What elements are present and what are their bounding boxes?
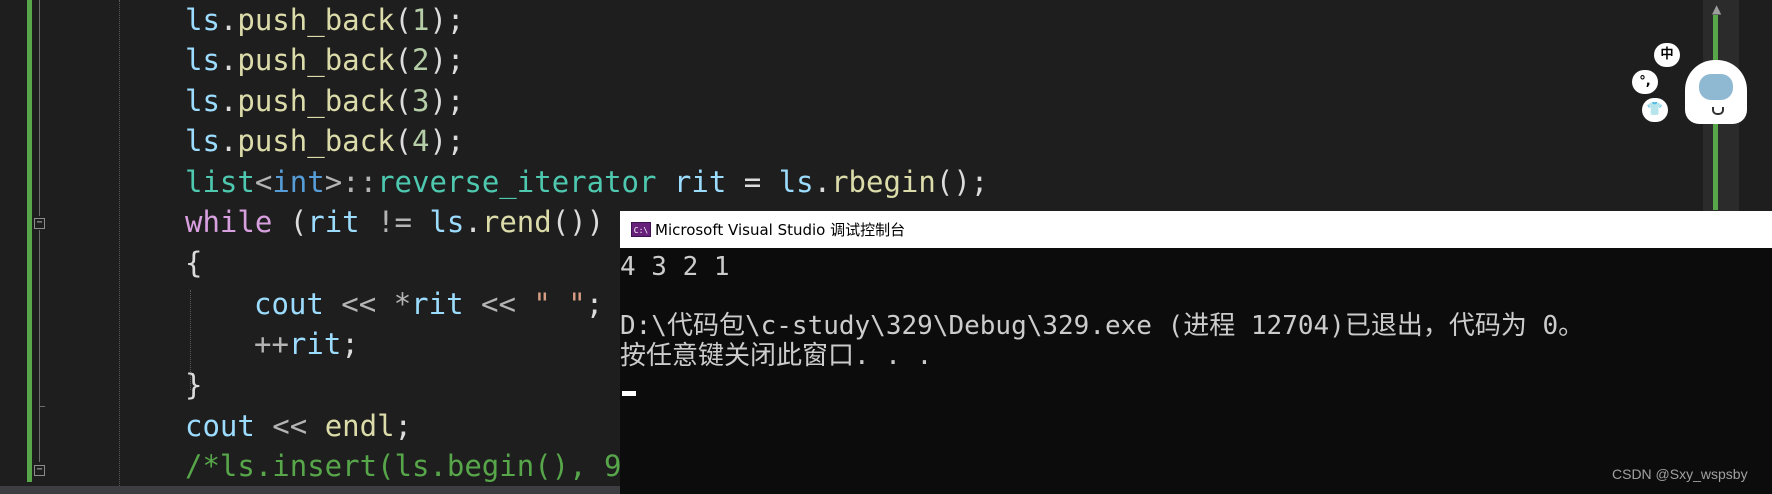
code-line[interactable]: ls.push_back(1); bbox=[185, 0, 464, 40]
ime-skin-button[interactable]: 👕 bbox=[1642, 98, 1668, 122]
code-token: /*ls.insert(ls.begin(), 99 bbox=[185, 449, 639, 483]
code-token: rit bbox=[307, 205, 360, 239]
code-token: cout bbox=[254, 287, 324, 321]
code-token: . bbox=[464, 205, 482, 239]
code-line[interactable]: cout << *rit << " "; bbox=[254, 284, 603, 324]
code-token: ( bbox=[394, 124, 412, 158]
code-token: { bbox=[185, 246, 203, 280]
code-token: . bbox=[219, 124, 238, 158]
code-line[interactable]: ls.push_back(2); bbox=[185, 40, 464, 80]
code-line[interactable]: cout << endl; bbox=[185, 406, 412, 446]
console-output-line: 4 3 2 1 bbox=[620, 252, 730, 282]
code-token: rend bbox=[481, 205, 552, 239]
code-token: ; bbox=[394, 409, 412, 443]
code-token: << bbox=[463, 287, 534, 321]
code-token: rit bbox=[288, 327, 342, 361]
code-token: ls bbox=[778, 165, 814, 199]
code-token: ); bbox=[429, 3, 465, 37]
code-token: ( bbox=[394, 84, 412, 118]
ime-toolbar: 中 °, 👕 bbox=[1630, 40, 1762, 130]
console-title: Microsoft Visual Studio 调试控制台 bbox=[655, 221, 906, 239]
code-token: ls bbox=[429, 205, 465, 239]
code-token: ls bbox=[185, 3, 220, 37]
code-token: ls bbox=[185, 124, 220, 158]
ime-language-button[interactable]: 中 bbox=[1654, 43, 1680, 67]
code-line[interactable]: ls.push_back(3); bbox=[185, 81, 464, 121]
code-token: = bbox=[726, 165, 779, 199]
code-token: ); bbox=[429, 43, 465, 77]
code-token: ()) bbox=[551, 205, 605, 239]
code-token: endl bbox=[324, 409, 395, 443]
code-line[interactable]: /*ls.insert(ls.begin(), 99 bbox=[185, 446, 639, 486]
code-line[interactable]: list<int>::reverse_iterator rit = ls.rbe… bbox=[185, 162, 988, 202]
code-token: . bbox=[813, 165, 832, 199]
code-token: " " bbox=[533, 287, 586, 321]
code-token: << bbox=[254, 409, 325, 443]
code-line[interactable]: { bbox=[185, 243, 202, 283]
code-line[interactable]: } bbox=[185, 365, 202, 405]
horizontal-scrollbar[interactable] bbox=[0, 486, 620, 494]
code-token: int bbox=[272, 165, 325, 199]
code-token: < bbox=[254, 165, 273, 199]
mascot-mouth bbox=[1712, 107, 1724, 115]
ime-punctuation-button[interactable]: °, bbox=[1632, 70, 1658, 94]
code-token: push_back bbox=[237, 124, 395, 158]
code-token: rit bbox=[673, 165, 727, 199]
ime-mascot-icon[interactable] bbox=[1685, 60, 1747, 124]
code-token: push_back bbox=[237, 43, 395, 77]
watermark: CSDN @Sxy_wspsby bbox=[1612, 466, 1748, 482]
code-token: rit bbox=[411, 287, 464, 321]
code-token: while bbox=[185, 205, 273, 239]
code-token: ; bbox=[585, 287, 604, 321]
code-token: ); bbox=[429, 84, 465, 118]
code-token: ( bbox=[394, 43, 412, 77]
console-output-line: D:\代码包\c-study\329\Debug\329.exe (进程 127… bbox=[620, 311, 1585, 341]
code-token: << bbox=[323, 287, 394, 321]
code-token: ++ bbox=[254, 327, 289, 361]
code-line[interactable]: while (rit != ls.rend()) bbox=[185, 202, 604, 242]
code-token: . bbox=[219, 43, 238, 77]
code-token: ls bbox=[185, 43, 220, 77]
code-token: 1 bbox=[412, 3, 430, 37]
console-app-icon: C:\ bbox=[631, 222, 651, 237]
debug-console-window[interactable]: C:\ Microsoft Visual Studio 调试控制台 4 3 2 … bbox=[620, 211, 1772, 494]
mascot-face bbox=[1699, 74, 1733, 100]
code-token: ; bbox=[341, 327, 359, 361]
code-token: 3 bbox=[412, 84, 430, 118]
code-line[interactable]: ++rit; bbox=[254, 324, 359, 364]
code-token: push_back bbox=[237, 3, 395, 37]
code-token: reverse_iterator bbox=[377, 165, 657, 199]
console-cursor bbox=[622, 391, 636, 396]
code-token: ); bbox=[429, 124, 465, 158]
code-token: >:: bbox=[324, 165, 378, 199]
code-token: cout bbox=[185, 409, 255, 443]
code-token: ( bbox=[272, 205, 308, 239]
scroll-up-arrow-icon[interactable]: ▲ bbox=[1712, 2, 1721, 16]
code-token: } bbox=[185, 368, 203, 402]
code-token: (); bbox=[935, 165, 989, 199]
code-token: . bbox=[219, 3, 238, 37]
code-line[interactable]: ls.push_back(4); bbox=[185, 121, 464, 161]
console-output-line: 按任意键关闭此窗口. . . bbox=[620, 341, 933, 371]
code-token: 4 bbox=[412, 124, 430, 158]
code-token: != bbox=[359, 205, 430, 239]
code-token: rbegin bbox=[831, 165, 936, 199]
code-token: * bbox=[393, 287, 412, 321]
code-token: . bbox=[219, 84, 238, 118]
code-token: push_back bbox=[237, 84, 395, 118]
code-token: list bbox=[185, 165, 255, 199]
code-token: ( bbox=[394, 3, 412, 37]
console-title-bar[interactable]: C:\ Microsoft Visual Studio 调试控制台 bbox=[620, 211, 1772, 248]
code-token: 2 bbox=[412, 43, 430, 77]
code-token: ls bbox=[185, 84, 220, 118]
